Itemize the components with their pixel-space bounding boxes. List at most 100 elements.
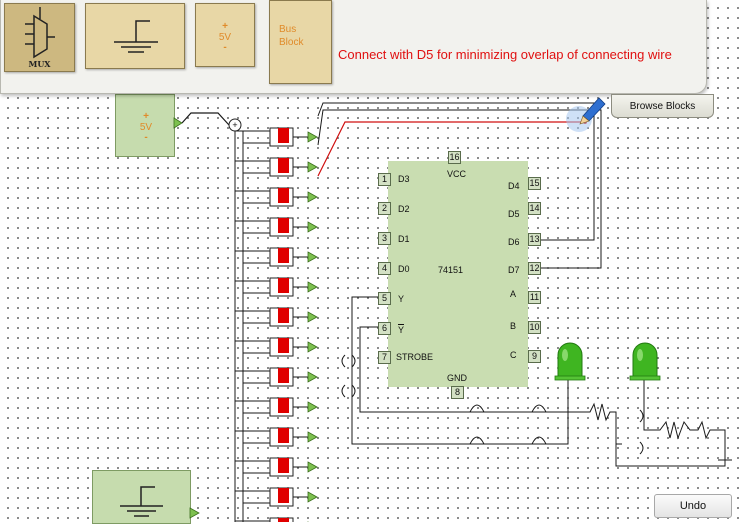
toggle-switch-knob[interactable] [278, 458, 289, 473]
mux-palette-tile[interactable]: MUX [4, 3, 75, 72]
bus-block-palette-tile[interactable]: Bus Block [269, 0, 332, 84]
switch-output-terminal[interactable] [307, 371, 318, 383]
chip-pin-label-d6: D6 [508, 237, 520, 247]
wire-hops [469, 404, 547, 445]
switch-output-terminal[interactable] [307, 281, 318, 293]
power-source-5v[interactable]: + 5V - [115, 94, 175, 157]
chip-gnd-label: GND [447, 373, 467, 383]
led-return-wire [615, 444, 726, 467]
supply-wire [181, 112, 230, 126]
junction-plus-icon: + [232, 120, 237, 130]
chip-pin-label-d2: D2 [398, 204, 410, 214]
chip-name: 74151 [438, 265, 464, 275]
toggle-switch[interactable] [269, 367, 294, 387]
toggle-switch[interactable] [269, 157, 294, 177]
input-switch-bank [234, 127, 318, 522]
chip-pin-4[interactable]: 4 [378, 262, 391, 275]
wire-hops-2 [639, 409, 644, 455]
toggle-switch-knob[interactable] [278, 278, 289, 293]
switch-output-terminal[interactable] [307, 431, 318, 443]
switch-output-terminal[interactable] [307, 251, 318, 263]
toggle-switch[interactable] [269, 427, 294, 447]
chip-pin-8[interactable]: 8 [451, 386, 464, 399]
chip-pin-label-d7: D7 [508, 265, 520, 275]
switch-output-terminal[interactable] [307, 311, 318, 323]
chip-pin-12[interactable]: 12 [528, 262, 541, 275]
toggle-switch-knob[interactable] [278, 338, 289, 353]
switch-output-terminal[interactable] [307, 221, 318, 233]
source-plus: + [143, 111, 149, 122]
chip-vcc-label: VCC [447, 169, 467, 179]
toggle-switch[interactable] [269, 247, 294, 267]
toggle-switch-knob[interactable] [278, 428, 289, 443]
chip-pin-label-d1: D1 [398, 234, 410, 244]
resistor-led-2 [643, 378, 726, 460]
toggle-switch-knob[interactable] [278, 218, 289, 233]
led-2[interactable] [629, 342, 661, 381]
ground-icon [114, 20, 158, 53]
toggle-switch[interactable] [269, 217, 294, 237]
switch-output-terminal[interactable] [307, 491, 318, 503]
ground-output-terminal[interactable] [189, 507, 200, 519]
toggle-switch[interactable] [269, 127, 294, 147]
chip-pin-15[interactable]: 15 [528, 177, 541, 190]
browse-blocks-button[interactable]: Browse Blocks [611, 94, 714, 118]
chip-pin-label-d4: D4 [508, 181, 520, 191]
resistor-led-1 [580, 402, 622, 445]
toggle-switch[interactable] [269, 517, 294, 522]
chip-pin-9[interactable]: 9 [528, 350, 541, 363]
toggle-switch-knob[interactable] [278, 128, 289, 143]
chip-pin-label-d0: D0 [398, 264, 410, 274]
switch-output-terminal[interactable] [307, 191, 318, 203]
undo-button[interactable]: Undo [654, 494, 732, 518]
toggle-switch[interactable] [269, 457, 294, 477]
tile-plus: + [222, 21, 228, 32]
toggle-switch-knob[interactable] [278, 488, 289, 503]
toggle-switch-knob[interactable] [278, 398, 289, 413]
power-5v-palette-tile[interactable]: + 5V - [195, 3, 255, 67]
switch-output-terminal[interactable] [307, 131, 318, 143]
chip-pin-1[interactable]: 1 [378, 173, 391, 186]
wire-crossovers [341, 354, 356, 398]
switch-output-terminal[interactable] [307, 401, 318, 413]
ground-palette-tile[interactable] [85, 3, 185, 69]
chip-pin-10[interactable]: 10 [528, 321, 541, 334]
toggle-switch-knob[interactable] [278, 248, 289, 263]
toggle-switch-knob[interactable] [278, 308, 289, 323]
bus-block-label: Bus Block [279, 24, 304, 48]
mux-label: MUX [28, 59, 51, 69]
source-minus: - [144, 132, 148, 143]
toggle-switch[interactable] [269, 397, 294, 417]
ground-block[interactable] [92, 470, 191, 524]
chip-pin-6[interactable]: 6 [378, 322, 391, 335]
toggle-switch[interactable] [269, 487, 294, 507]
led-1[interactable] [554, 342, 586, 381]
toggle-switch[interactable] [269, 337, 294, 357]
toggle-switch[interactable] [269, 187, 294, 207]
chip-pin-11[interactable]: 11 [528, 291, 541, 304]
chip-pin-5[interactable]: 5 [378, 292, 391, 305]
toggle-switch-knob[interactable] [278, 368, 289, 383]
component-palette: MUX + 5V - Bus Block Connect with D5 for… [0, 0, 707, 94]
switch-output-terminal[interactable] [307, 341, 318, 353]
chip-pin-7[interactable]: 7 [378, 351, 391, 364]
chip-pin-label-y-bar: Y [398, 324, 405, 335]
ground-block-icon [120, 486, 163, 517]
status-message: Connect with D5 for minimizing overlap o… [338, 47, 672, 62]
switch-output-terminal[interactable] [307, 461, 318, 473]
chip-pin-13[interactable]: 13 [528, 233, 541, 246]
chip-pin-label-strobe: STROBE [396, 352, 434, 362]
chip-pin-2[interactable]: 2 [378, 202, 391, 215]
chip-pin-14[interactable]: 14 [528, 202, 541, 215]
switch-output-terminal[interactable] [307, 161, 318, 173]
toggle-switch[interactable] [269, 277, 294, 297]
toggle-switch-knob[interactable] [278, 158, 289, 173]
chip-pin-3[interactable]: 3 [378, 232, 391, 245]
toggle-switch[interactable] [269, 307, 294, 327]
toggle-switch-knob[interactable] [278, 518, 289, 522]
toggle-switch-knob[interactable] [278, 188, 289, 203]
junction-node[interactable] [228, 118, 242, 132]
chip-pin-label-y: Y [398, 294, 405, 304]
chip-pin-label-b: B [510, 321, 517, 331]
chip-pin-16[interactable]: 16 [448, 151, 461, 164]
